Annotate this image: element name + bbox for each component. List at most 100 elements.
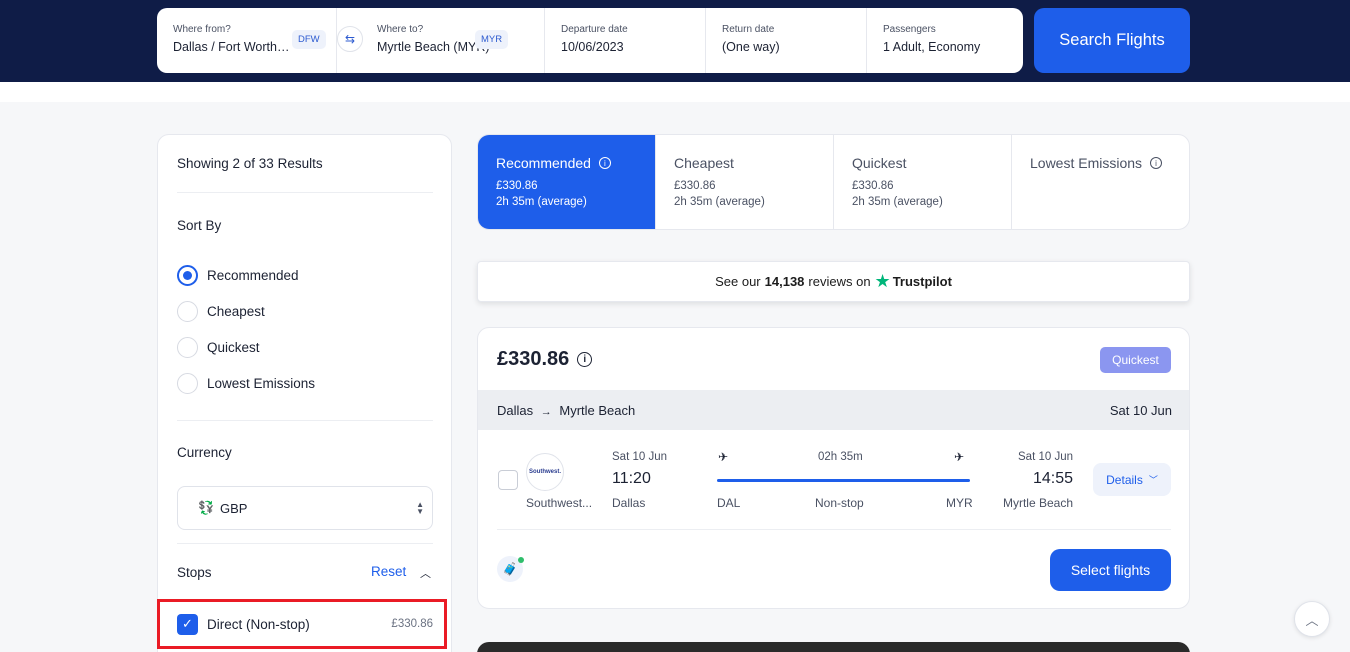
swap-icon[interactable]: ⇆	[337, 26, 363, 52]
tab-price: £330.86	[674, 180, 716, 192]
passengers-value: 1 Adult, Economy	[883, 40, 981, 54]
search-flights-button[interactable]: Search Flights	[1034, 8, 1190, 73]
arrival-date: Sat 10 Jun	[1018, 451, 1073, 463]
arrow-right-icon: →	[540, 406, 552, 418]
sort-option-cheapest[interactable]: Cheapest	[177, 301, 265, 322]
sort-option-quickest[interactable]: Quickest	[177, 337, 260, 358]
tab-quickest[interactable]: Quickest £330.86 2h 35m (average)	[834, 135, 1012, 229]
tab-duration: 2h 35m (average)	[496, 196, 587, 208]
from-code-badge: DFW	[292, 30, 326, 49]
tab-price: £330.86	[496, 180, 538, 192]
flight-duration: 02h 35m	[818, 451, 863, 463]
filter-sidebar: Showing 2 of 33 Results Sort By Recommen…	[157, 134, 452, 652]
departure-date: Sat 10 Jun	[612, 451, 667, 463]
currency-select[interactable]: 💱 GBP ▲ ▼	[177, 486, 433, 530]
flight-search-form: Where from? Dallas / Fort Worth I... DFW…	[157, 8, 1023, 73]
sort-option-label: Recommended	[207, 268, 299, 283]
results-count: Showing 2 of 33 Results	[177, 156, 323, 171]
tab-recommended[interactable]: Recommended i £330.86 2h 35m (average)	[478, 135, 656, 229]
info-icon[interactable]: i	[598, 157, 611, 169]
select-arrows-icon: ▲ ▼	[416, 500, 424, 516]
header-spacer	[0, 82, 1350, 102]
to-field[interactable]: Where to? Myrtle Beach (MYR) MYR	[337, 8, 545, 73]
tab-duration: 2h 35m (average)	[674, 196, 765, 208]
radio-icon	[177, 301, 198, 322]
plane-takeoff-icon: ✈	[718, 450, 729, 464]
departure-city: Dallas	[612, 496, 646, 510]
arrival-time: 14:55	[1032, 470, 1073, 487]
trustpilot-prefix: See our	[715, 274, 761, 289]
trustpilot-review-count: 14,138	[764, 274, 805, 289]
departure-label: Departure date	[561, 24, 628, 35]
details-label: Details	[1106, 472, 1143, 487]
sort-tabs: Recommended i £330.86 2h 35m (average) Che…	[477, 134, 1190, 230]
divider	[177, 543, 433, 544]
chevron-up-icon[interactable]: ︿	[420, 565, 431, 581]
tab-duration: 2h 35m (average)	[852, 196, 943, 208]
tab-title: Lowest Emissions	[1030, 155, 1143, 171]
sort-option-recommended[interactable]: Recommended	[177, 265, 299, 286]
tab-title: Recommended	[496, 155, 591, 171]
tab-lowest-emissions[interactable]: Lowest Emissions i	[1012, 135, 1189, 229]
tab-title: Cheapest	[674, 155, 734, 171]
divider	[177, 192, 433, 193]
status-dot	[518, 557, 524, 563]
trustpilot-brand: Trustpilot	[892, 274, 952, 289]
tab-title: Quickest	[852, 155, 907, 171]
flight-result-card: £330.86 i Quickest Dallas → Myrtle Beach…	[477, 327, 1190, 609]
trustpilot-banner[interactable]: See our 14,138 reviews on ★ Trustpilot	[477, 261, 1190, 302]
sort-option-lowest-emissions[interactable]: Lowest Emissions	[177, 373, 315, 394]
sort-option-label: Quickest	[207, 340, 260, 355]
route-date: Sat 10 Jun	[1109, 403, 1172, 418]
highlight-box	[157, 599, 447, 649]
departure-time: 11:20	[612, 470, 651, 487]
radio-icon	[177, 265, 198, 286]
airline-logo: Southwest.	[526, 453, 564, 491]
chevron-down-icon: ﹀	[1148, 475, 1158, 485]
trustpilot-mid: reviews on	[808, 274, 871, 289]
stops-reset-link[interactable]: Reset	[371, 564, 406, 579]
to-airport-code: MYR	[946, 496, 973, 510]
to-code-badge: MYR	[475, 30, 509, 49]
divider	[177, 420, 433, 421]
divider	[497, 529, 1171, 530]
sort-option-label: Lowest Emissions	[207, 376, 316, 391]
arrival-city: Myrtle Beach	[1002, 496, 1073, 510]
return-date-field[interactable]: Return date (One way)	[706, 8, 867, 73]
stops-label: Non-stop	[815, 496, 864, 510]
tab-price: £330.86	[852, 180, 894, 192]
departure-value: 10/06/2023	[561, 40, 624, 54]
sort-by-title: Sort By	[177, 218, 222, 233]
route-from: Dallas	[497, 403, 534, 418]
currency-title: Currency	[177, 445, 232, 460]
details-button[interactable]: Details ﹀	[1093, 463, 1171, 496]
scroll-to-top-button[interactable]: ︿	[1294, 601, 1330, 637]
airline-name: Southwest...	[526, 496, 593, 510]
radio-icon	[177, 373, 198, 394]
return-label: Return date	[722, 24, 775, 35]
info-icon[interactable]: i	[577, 352, 593, 367]
currency-exchange-icon: 💱	[198, 500, 215, 515]
segment-checkbox[interactable]	[498, 470, 518, 490]
from-field[interactable]: Where from? Dallas / Fort Worth I... DFW	[157, 8, 337, 73]
sort-option-label: Cheapest	[207, 304, 265, 319]
flight-line	[717, 479, 970, 482]
passengers-label: Passengers	[883, 24, 936, 35]
tab-cheapest[interactable]: Cheapest £330.86 2h 35m (average)	[656, 135, 834, 229]
quickest-badge: Quickest	[1100, 347, 1171, 373]
currency-value: GBP	[220, 500, 248, 516]
departure-date-field[interactable]: Departure date 10/06/2023	[545, 8, 706, 73]
passengers-field[interactable]: Passengers 1 Adult, Economy	[867, 8, 1023, 73]
route-to: Myrtle Beach	[559, 403, 636, 418]
info-icon[interactable]: i	[1150, 157, 1163, 169]
radio-icon	[177, 337, 198, 358]
plane-landing-icon: ✈	[954, 450, 965, 464]
select-flights-button[interactable]: Select flights	[1050, 549, 1171, 591]
route-strip: Dallas → Myrtle Beach Sat 10 Jun	[478, 390, 1189, 430]
chevron-up-icon: ︿	[1305, 612, 1319, 628]
result-price: £330.86 i	[497, 348, 593, 371]
trustpilot-star-icon: ★	[874, 271, 891, 291]
next-result-card	[477, 642, 1190, 652]
to-label: Where to?	[377, 24, 424, 35]
return-value: (One way)	[722, 40, 780, 54]
